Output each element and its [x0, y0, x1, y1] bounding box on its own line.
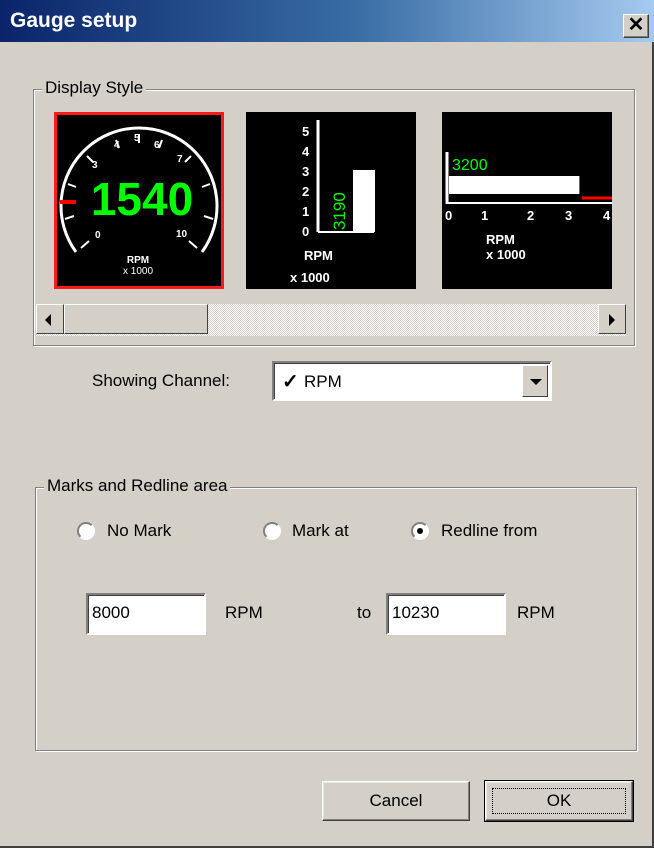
- dial-gauge-graphic: 0 3 4 5 6 7 10 1540 RPM x 1000: [59, 126, 219, 277]
- hbar-unit-label: RPM: [486, 232, 515, 247]
- redline-from-input[interactable]: 8000: [86, 593, 206, 635]
- dropdown-arrow-icon[interactable]: [522, 365, 548, 397]
- channel-select[interactable]: ✓ RPM: [272, 361, 552, 401]
- hbar-tick-label: 2: [527, 208, 534, 223]
- vbar-tick-label: 3: [302, 164, 309, 179]
- vbar-digital-readout: 3190: [330, 192, 349, 230]
- dial-unit-label: RPM: [127, 255, 149, 266]
- close-button[interactable]: ✕: [623, 14, 649, 38]
- ok-button[interactable]: OK: [484, 780, 634, 822]
- hbar-digital-readout: 3200: [452, 157, 488, 174]
- scrollbar-thumb[interactable]: [64, 304, 208, 334]
- dial-tick-label: 4: [114, 140, 120, 151]
- hbar-fill-bar: [449, 176, 580, 194]
- vbar-unit-label: RPM: [304, 248, 333, 263]
- to-unit-label: RPM: [517, 603, 555, 622]
- display-style-legend: Display Style: [42, 78, 147, 98]
- close-icon: ✕: [627, 14, 645, 36]
- redline-from-label: Redline from: [441, 521, 538, 540]
- hbar-tick-label: 3: [565, 208, 572, 223]
- display-style-scrollbar[interactable]: [36, 304, 626, 336]
- horizontal-bar-gauge-graphic: 3200 0 1 2 3 4 RPM x 1000: [445, 152, 612, 262]
- mark-at-label: Mark at: [292, 521, 349, 540]
- scroll-right-arrow-icon[interactable]: [598, 304, 626, 334]
- focus-rectangle: [492, 788, 626, 814]
- dial-tick-label: 0: [95, 230, 101, 241]
- dial-scale-label: x 1000: [123, 266, 153, 277]
- cancel-button[interactable]: Cancel: [322, 781, 470, 821]
- dial-tick-label: 10: [176, 229, 188, 240]
- channel-select-value: RPM: [304, 372, 342, 391]
- vbar-fill-bar: [353, 170, 375, 232]
- to-label: to: [357, 603, 372, 622]
- hbar-tick-label: 4: [603, 208, 611, 223]
- title-bar: Gauge setup ✕: [0, 0, 654, 42]
- no-mark-radio[interactable]: [77, 522, 95, 540]
- horizontal-bar-gauge-preview[interactable]: 3200 0 1 2 3 4 RPM x 1000: [442, 112, 612, 289]
- vbar-scale-label: x 1000: [290, 270, 330, 285]
- check-icon: ✓: [282, 371, 299, 393]
- from-unit-label: RPM: [225, 603, 263, 622]
- dial-tick-label: 5: [134, 133, 140, 144]
- showing-channel-label: Showing Channel:: [92, 371, 230, 390]
- vertical-bar-gauge-graphic: 0 1 2 3 4 5 3190 RPM x 1000: [290, 120, 375, 285]
- hbar-tick-label: 1: [481, 208, 488, 223]
- window-title: Gauge setup: [10, 9, 138, 32]
- dial-digital-readout: 1540: [91, 173, 193, 225]
- vbar-tick-label: 5: [302, 124, 309, 139]
- dial-tick-label: 3: [92, 160, 98, 171]
- vertical-bar-gauge-preview[interactable]: 0 1 2 3 4 5 3190 RPM x 1000: [246, 112, 416, 289]
- vbar-tick-label: 2: [302, 184, 309, 199]
- no-mark-label: No Mark: [107, 521, 172, 540]
- redline-from-radio[interactable]: [411, 522, 429, 540]
- dial-tick-label: 7: [177, 154, 183, 165]
- marks-redline-legend: Marks and Redline area: [44, 476, 231, 496]
- vbar-tick-label: 1: [302, 204, 309, 219]
- redline-to-input[interactable]: 10230: [386, 593, 506, 635]
- dial-tick-label: 6: [154, 140, 160, 151]
- vbar-tick-label: 0: [302, 224, 309, 239]
- scroll-left-arrow-icon[interactable]: [36, 304, 64, 334]
- mark-at-radio[interactable]: [263, 522, 281, 540]
- vbar-tick-label: 4: [302, 144, 310, 159]
- hbar-scale-label: x 1000: [486, 247, 526, 262]
- hbar-tick-label: 0: [445, 208, 452, 223]
- dial-gauge-preview[interactable]: 0 3 4 5 6 7 10 1540 RPM x 1000: [54, 112, 224, 289]
